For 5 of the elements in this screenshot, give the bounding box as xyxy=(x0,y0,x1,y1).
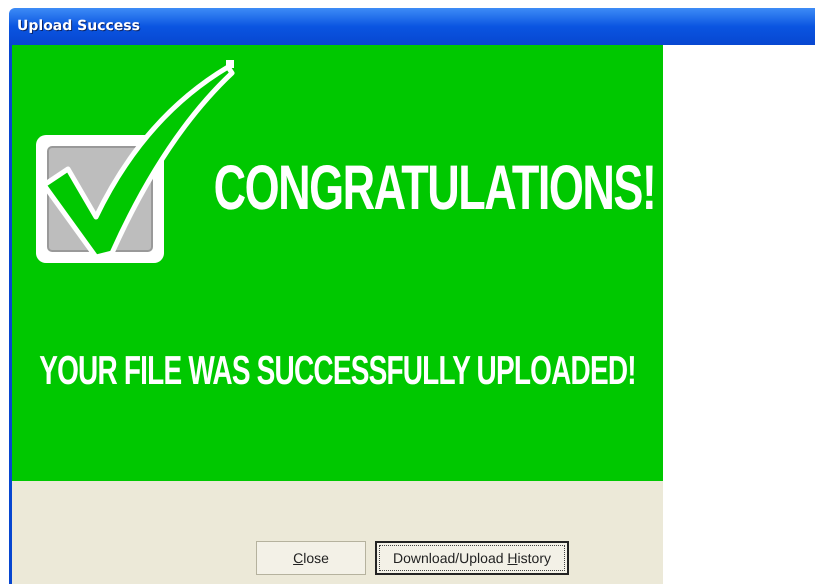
dialog-button[interactable]: Download/Upload History xyxy=(375,541,569,575)
window-title: Upload Success xyxy=(17,17,140,36)
success-message: YOUR FILE WAS SUCCESSFULLY UPLOADED! xyxy=(39,350,636,392)
congratulations-heading: CONGRATULATIONS! xyxy=(214,156,656,219)
dialog-button[interactable]: Close xyxy=(256,541,366,575)
